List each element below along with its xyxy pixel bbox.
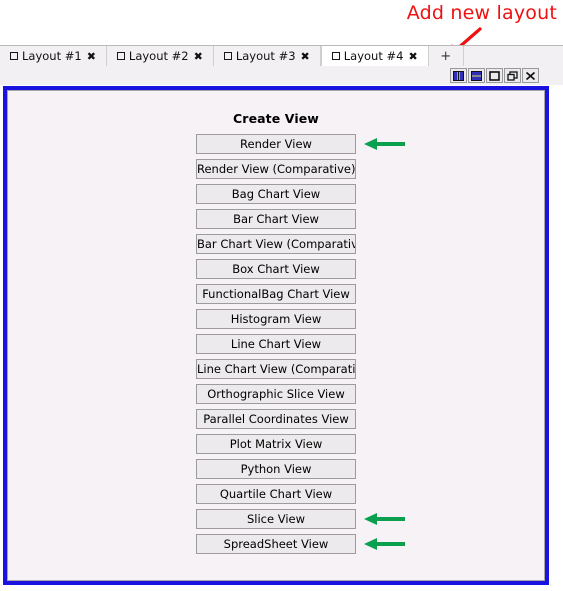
create-view-row: FunctionalBag Chart View (196, 284, 356, 304)
tab-label: Layout #2 (128, 49, 189, 63)
create-view-row: SpreadSheet View (196, 534, 405, 554)
create-view-row: Plot Matrix View (196, 434, 356, 454)
create-view-row: Bar Chart View (Comparative) (196, 234, 356, 254)
split-horizontal-icon[interactable] (468, 68, 485, 83)
create-view-row: Render View (196, 134, 405, 154)
green-highlight-arrow-icon (364, 538, 405, 550)
create-view-button[interactable]: SpreadSheet View (196, 534, 356, 554)
close-icon[interactable]: ✖ (87, 51, 96, 62)
layout-tabstrip: Layout #1 ✖ Layout #2 ✖ Layout #3 ✖ Layo… (0, 45, 563, 66)
create-view-button[interactable]: Line Chart View (Comparative) (196, 359, 356, 379)
tab-label: Layout #4 (343, 49, 404, 63)
create-view-button[interactable]: Orthographic Slice View (196, 384, 356, 404)
close-view-icon[interactable] (522, 68, 539, 83)
create-view-button[interactable]: Plot Matrix View (196, 434, 356, 454)
tab-layout-1[interactable]: Layout #1 ✖ (0, 46, 107, 66)
create-view-title: Create View (233, 111, 319, 126)
create-view-button[interactable]: Histogram View (196, 309, 356, 329)
green-highlight-arrow-icon (364, 138, 405, 150)
create-view-row: Quartile Chart View (196, 484, 356, 504)
square-icon (331, 52, 340, 60)
tab-label: Layout #1 (22, 49, 82, 63)
split-vertical-icon[interactable] (450, 68, 467, 83)
create-view-row: Render View (Comparative) (196, 159, 356, 179)
square-icon (223, 52, 232, 60)
create-view-button[interactable]: Box Chart View (196, 259, 356, 279)
create-view-button[interactable]: Bar Chart View (Comparative) (196, 234, 356, 254)
tab-layout-2[interactable]: Layout #2 ✖ (106, 46, 214, 66)
create-view-block: Create View Render View Render View (Comp… (8, 111, 544, 559)
create-view-button[interactable]: Python View (196, 459, 356, 479)
maximize-icon[interactable] (486, 68, 503, 83)
view-toolbar (0, 66, 563, 85)
create-view-row: Bag Chart View (196, 184, 356, 204)
create-view-row: Histogram View (196, 309, 356, 329)
create-view-row: Orthographic Slice View (196, 384, 356, 404)
create-view-row: Line Chart View (196, 334, 356, 354)
restore-icon[interactable] (504, 68, 521, 83)
create-view-row: Bar Chart View (196, 209, 356, 229)
tabstrip-filler (463, 46, 563, 66)
square-icon (116, 52, 125, 60)
create-view-button[interactable]: FunctionalBag Chart View (196, 284, 356, 304)
create-view-button[interactable]: Render View (Comparative) (196, 159, 356, 179)
add-layout-tab-button[interactable]: + (428, 46, 464, 66)
create-view-button-list: Render View Render View (Comparative) Bag … (196, 134, 405, 559)
create-view-button[interactable]: Render View (196, 134, 356, 154)
create-view-button[interactable]: Parallel Coordinates View (196, 409, 356, 429)
tab-label: Layout #3 (235, 49, 296, 63)
create-view-row: Parallel Coordinates View (196, 409, 356, 429)
create-view-button[interactable]: Slice View (196, 509, 356, 529)
create-view-row: Box Chart View (196, 259, 356, 279)
create-view-button[interactable]: Quartile Chart View (196, 484, 356, 504)
tab-layout-3[interactable]: Layout #3 ✖ (213, 46, 321, 66)
close-icon[interactable]: ✖ (408, 51, 417, 62)
create-view-row: Python View (196, 459, 356, 479)
create-view-row: Line Chart View (Comparative) (196, 359, 356, 379)
square-icon (10, 52, 18, 60)
tab-layout-4[interactable]: Layout #4 ✖ (320, 46, 429, 66)
create-view-row: Slice View (196, 509, 405, 529)
active-view-panel: Create View Render View Render View (Comp… (3, 86, 549, 585)
annotation-label: Add new layout (406, 2, 557, 24)
view-panel-inner: Create View Render View Render View (Comp… (7, 90, 545, 581)
close-icon[interactable]: ✖ (194, 51, 203, 62)
close-icon[interactable]: ✖ (301, 51, 310, 62)
create-view-button[interactable]: Bar Chart View (196, 209, 356, 229)
create-view-button[interactable]: Line Chart View (196, 334, 356, 354)
create-view-button[interactable]: Bag Chart View (196, 184, 356, 204)
green-highlight-arrow-icon (364, 513, 405, 525)
